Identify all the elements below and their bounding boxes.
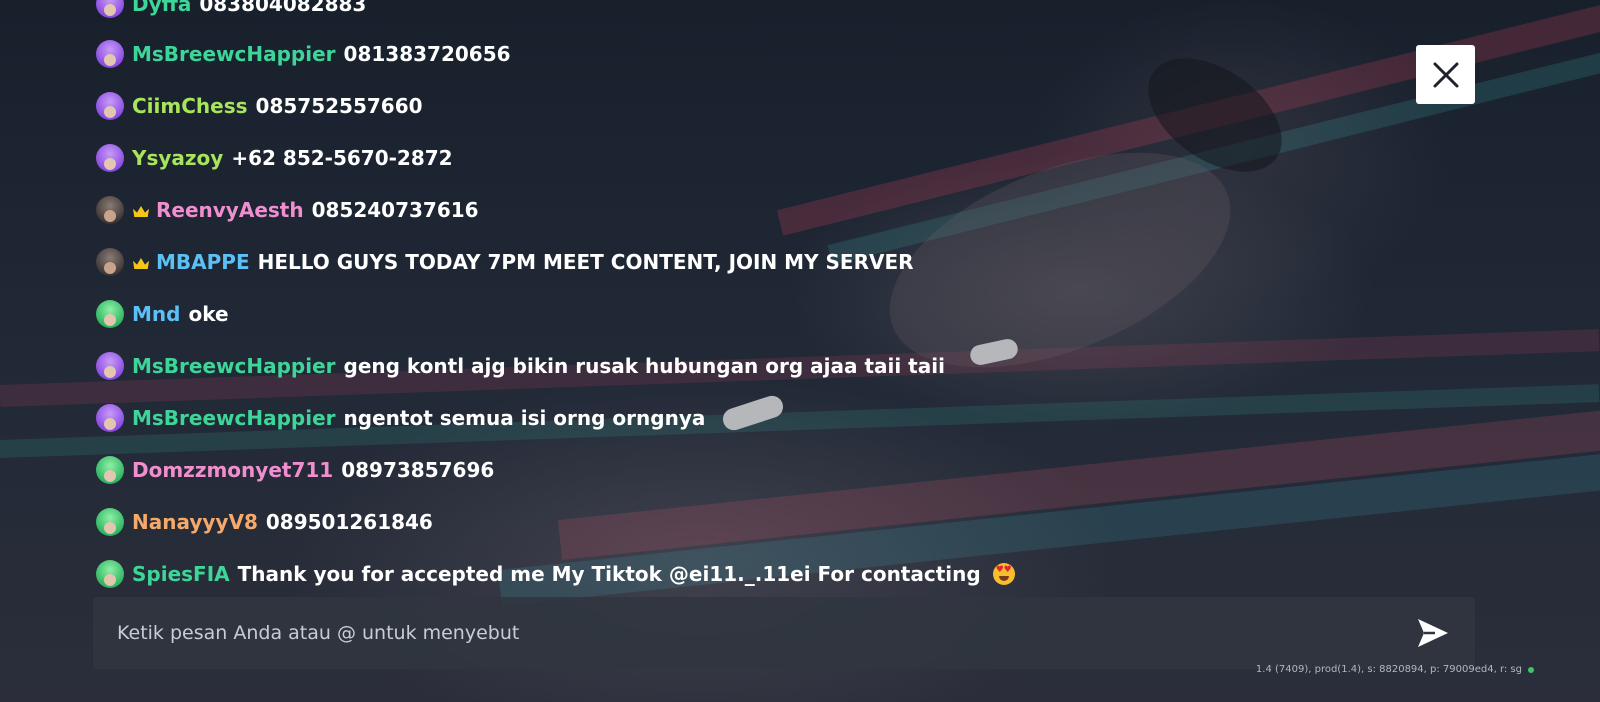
heart-eyes-emoji: [992, 563, 1015, 585]
message-text: +62 852-5670-2872: [231, 146, 453, 170]
chat-message: MsBreewcHappier 081383720656: [96, 39, 511, 69]
user-avatar[interactable]: [96, 456, 124, 484]
username[interactable]: Ysyazoy: [132, 146, 223, 170]
chat-message: ReenvyAesth 085240737616: [96, 195, 479, 225]
username[interactable]: SpiesFIA: [132, 562, 230, 586]
username[interactable]: MsBreewcHappier: [132, 42, 336, 66]
chat-message: SpiesFIA Thank you for accepted me My Ti…: [96, 559, 1015, 589]
crown-icon: [132, 203, 150, 217]
status-dot: [1528, 666, 1534, 673]
version-text: 1.4 (7409), prod(1.4), s: 8820894, p: 79…: [1255, 664, 1522, 675]
chat-message: MBAPPE HELLO GUYS TODAY 7PM MEET CONTENT…: [96, 247, 914, 277]
chat-message: Dyffa 083804082883: [96, 0, 366, 19]
username[interactable]: MsBreewcHappier: [132, 354, 336, 378]
chat-message: CiimChess 085752557660: [96, 91, 423, 121]
chat-message: Domzzmonyet711 08973857696: [96, 455, 494, 485]
user-avatar[interactable]: [96, 508, 124, 536]
message-text: 085752557660: [255, 94, 423, 118]
chat-message: NanayyyV8 089501261846: [96, 507, 433, 537]
user-avatar[interactable]: [96, 0, 124, 18]
user-avatar[interactable]: [96, 248, 124, 276]
send-icon: [1418, 619, 1448, 647]
send-button[interactable]: [1413, 613, 1453, 653]
username[interactable]: Mnd: [132, 302, 180, 326]
username[interactable]: CiimChess: [132, 94, 248, 118]
message-text: Thank you for accepted me My Tiktok @ei1…: [237, 562, 981, 586]
user-avatar[interactable]: [96, 92, 124, 120]
close-icon: [1433, 62, 1458, 87]
message-text: ngentot semua isi orng orngnya: [343, 406, 706, 430]
user-avatar[interactable]: [96, 40, 124, 68]
message-composer: [93, 597, 1475, 669]
username[interactable]: MBAPPE: [156, 250, 250, 274]
close-button[interactable]: [1416, 45, 1475, 104]
user-avatar[interactable]: [96, 352, 124, 380]
username[interactable]: Domzzmonyet711: [132, 458, 333, 482]
message-text: 089501261846: [265, 510, 433, 534]
message-input[interactable]: [117, 615, 1397, 651]
user-avatar[interactable]: [96, 144, 124, 172]
message-text: geng kontl ajg bikin rusak hubungan org …: [343, 354, 945, 378]
chat-message: Mnd oke: [96, 299, 229, 329]
message-text: HELLO GUYS TODAY 7PM MEET CONTENT, JOIN …: [257, 250, 914, 274]
chat-message: Ysyazoy +62 852-5670-2872: [96, 143, 453, 173]
version-info: 1.4 (7409), prod(1.4), s: 8820894, p: 79…: [1256, 664, 1534, 675]
chat-message: MsBreewcHappier ngentot semua isi orng o…: [96, 403, 705, 433]
crown-icon: [132, 255, 150, 269]
username[interactable]: ReenvyAesth: [156, 198, 304, 222]
username[interactable]: Dyffa: [132, 0, 191, 16]
message-text: 08973857696: [341, 458, 495, 482]
username[interactable]: NanayyyV8: [132, 510, 258, 534]
chat-message: MsBreewcHappier geng kontl ajg bikin rus…: [96, 351, 945, 381]
message-text: 085240737616: [311, 198, 479, 222]
message-text: oke: [188, 302, 229, 326]
message-text: 083804082883: [199, 0, 367, 16]
message-text: 081383720656: [343, 42, 511, 66]
user-avatar[interactable]: [96, 404, 124, 432]
user-avatar[interactable]: [96, 560, 124, 588]
user-avatar[interactable]: [96, 196, 124, 224]
user-avatar[interactable]: [96, 300, 124, 328]
username[interactable]: MsBreewcHappier: [132, 406, 336, 430]
